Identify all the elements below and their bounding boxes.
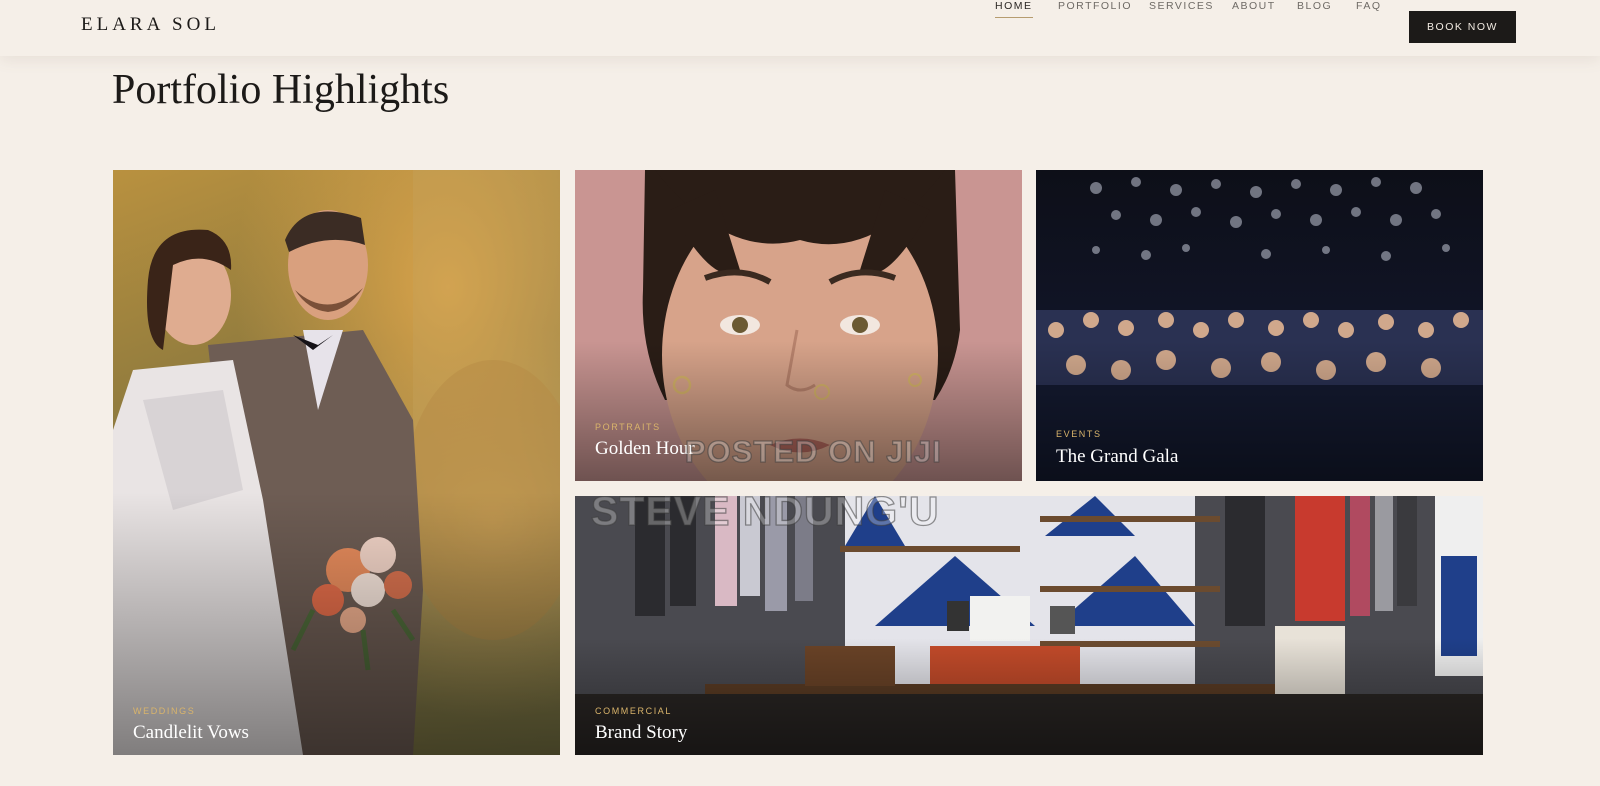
card-title: Candlelit Vows [133, 722, 249, 743]
page-scrollbar[interactable] [1594, 56, 1600, 786]
card-category: WEDDINGS [133, 706, 196, 716]
portfolio-card-portraits[interactable]: PORTRAITS Golden Hour POSTED ON JIJI [575, 170, 1022, 481]
nav-faq[interactable]: FAQ [1356, 0, 1382, 12]
watermark-text: STEVE NDUNG'U [590, 496, 940, 535]
card-title: Golden Hour [595, 438, 695, 459]
nav-blog[interactable]: BLOG [1297, 0, 1332, 12]
card-category: PORTRAITS [595, 422, 661, 432]
caption-overlay [575, 638, 1483, 755]
card-category: COMMERCIAL [595, 706, 673, 716]
portfolio-card-weddings[interactable]: WEDDINGS Candlelit Vows [113, 170, 560, 755]
nav-services[interactable]: SERVICES [1149, 0, 1214, 12]
card-category: EVENTS [1056, 429, 1102, 439]
book-now-button[interactable]: BOOK NOW [1409, 11, 1516, 43]
card-title: Brand Story [595, 722, 688, 743]
nav-home[interactable]: HOME [995, 0, 1033, 18]
nav-about[interactable]: ABOUT [1232, 0, 1276, 12]
page-title: Portfolio Highlights [112, 67, 450, 113]
nav-portfolio[interactable]: PORTFOLIO [1058, 0, 1132, 12]
portfolio-card-commercial[interactable]: STEVE NDUNG'U COMMERCIAL Brand Story [575, 496, 1483, 755]
site-header: ELARA SOL HOME PORTFOLIO SERVICES ABOUT … [0, 0, 1600, 56]
watermark-text: POSTED ON JIJI [684, 433, 942, 469]
site-logo[interactable]: ELARA SOL [81, 14, 220, 36]
card-title: The Grand Gala [1056, 446, 1179, 467]
portfolio-card-events[interactable]: EVENTS The Grand Gala [1036, 170, 1483, 481]
